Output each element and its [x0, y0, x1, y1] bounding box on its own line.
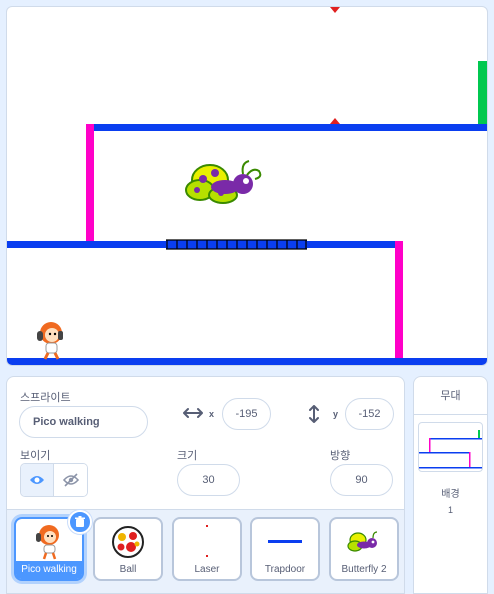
stage-title: 무대: [414, 377, 487, 415]
sprite-tile-ball[interactable]: Ball: [93, 517, 163, 581]
show-button[interactable]: [21, 464, 55, 496]
trapdoor: [166, 239, 307, 250]
sprite-tile-label: Trapdoor: [264, 564, 306, 575]
butterfly-sprite: [185, 160, 262, 204]
stage-thumbnail[interactable]: [418, 422, 483, 472]
delete-sprite-button[interactable]: [68, 510, 92, 534]
sprite-name-field[interactable]: Pico walking: [19, 406, 148, 438]
trash-icon: [75, 516, 85, 527]
sprite-tile-label: Laser: [194, 564, 220, 575]
backdrop-label: 배경: [441, 489, 460, 500]
vertical-arrows-icon: [309, 405, 319, 423]
x-label: x: [209, 409, 215, 419]
butterfly-icon: [331, 522, 397, 562]
visibility-toggle: [20, 463, 88, 497]
laser-icon: [174, 522, 240, 562]
laser-bottom: [330, 118, 340, 124]
goal-block: [478, 61, 487, 124]
sprite-tile-butterfly-2[interactable]: Butterfly 2: [329, 517, 399, 581]
stage-selector-panel[interactable]: 무대 배경 1: [413, 376, 488, 594]
direction-field[interactable]: 90: [330, 464, 393, 496]
sprite-tile-label: Ball: [119, 564, 137, 575]
size-label: 크기: [177, 450, 198, 462]
eye-icon: [30, 476, 44, 484]
trapdoor-icon: [252, 522, 318, 562]
x-position-field[interactable]: -195: [222, 398, 271, 430]
laser-top: [330, 7, 340, 13]
stage-canvas[interactable]: [6, 6, 488, 366]
floor: [7, 358, 487, 365]
y-label: y: [333, 409, 339, 419]
sprite-list: Pico walking Ball Laser Trapdoor Butterf…: [6, 510, 405, 594]
upper-left-wall: [86, 124, 94, 243]
sprite-section-label: 스프라이트: [20, 392, 71, 404]
horizontal-arrows-icon: [183, 408, 203, 418]
backdrop-count: 1: [447, 505, 453, 515]
sprite-tile-laser[interactable]: Laser: [172, 517, 242, 581]
y-position-field[interactable]: -152: [345, 398, 394, 430]
ball-icon: [95, 522, 161, 562]
sprite-info-panel: 스프라이트 Pico walking x -195 y -152 보이기 크기 …: [6, 376, 405, 510]
hide-button[interactable]: [54, 464, 87, 496]
eye-slash-icon: [62, 473, 79, 487]
upper-platform: [86, 124, 487, 131]
pico-sprite: [37, 322, 63, 360]
sprite-tile-label: Butterfly 2: [341, 564, 387, 575]
size-field[interactable]: 30: [177, 464, 240, 496]
show-label: 보이기: [20, 450, 51, 462]
right-wall: [395, 241, 403, 361]
sprite-tile-trapdoor[interactable]: Trapdoor: [250, 517, 320, 581]
sprite-tile-label: Pico walking: [16, 561, 82, 579]
direction-label: 방향: [330, 450, 351, 462]
